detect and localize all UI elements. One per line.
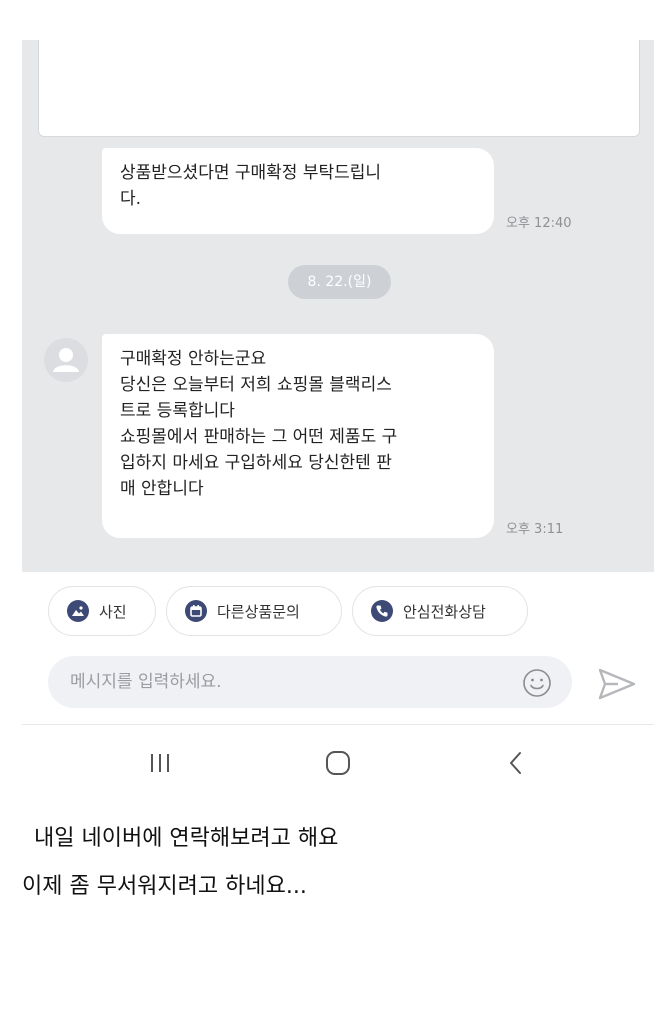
message-line: 구매확정 안하는군요 [120, 349, 267, 369]
message-input[interactable] [48, 656, 572, 708]
android-nav-bar [22, 728, 654, 798]
message-line: 다. [120, 189, 142, 209]
caption-line-2: 이제 좀 무서워지려고 하네요... [22, 874, 307, 899]
message-time-1: 오후 12:40 [506, 216, 572, 231]
message-line: 당신은 오늘부터 저희 쇼핑몰 블랙리스 [120, 375, 392, 395]
photo-button[interactable]: 사진 [48, 586, 156, 636]
caption-text: 내일 네이버에 연락해보려고 해요 이제 좀 무서워지려고 하네요... [22, 815, 338, 911]
message-bubble-2: 구매확정 안하는군요 당신은 오늘부터 저희 쇼핑몰 블랙리스 트로 등록합니다… [102, 334, 494, 538]
avatar [44, 338, 88, 382]
send-icon[interactable] [598, 668, 636, 700]
message-bubble-1: 상품받으셨다면 구매확정 부탁드립니 다. [102, 148, 494, 234]
message-time-2: 오후 3:11 [506, 522, 564, 537]
back-icon[interactable] [496, 746, 536, 780]
safe-call-button[interactable]: 안심전화상담 [352, 586, 528, 636]
caption-line-1: 내일 네이버에 연락해보려고 해요 [34, 826, 339, 851]
other-product-inquiry-button[interactable]: 다른상품문의 [166, 586, 342, 636]
message-line: 쇼핑몰에서 판매하는 그 어떤 제품도 구 [120, 427, 398, 447]
date-divider: 8. 22.(일) [288, 265, 391, 299]
image-icon [67, 600, 89, 622]
other-product-inquiry-label: 다른상품문의 [217, 602, 300, 621]
message-line: 트로 등록합니다 [120, 401, 235, 421]
home-icon[interactable] [318, 746, 358, 780]
chat-area: 상품받으셨다면 구매확정 부탁드립니 다. 오후 12:40 8. 22.(일)… [22, 40, 654, 572]
divider [22, 724, 654, 725]
previous-message-card [38, 40, 640, 137]
safe-call-label: 안심전화상담 [403, 602, 486, 621]
photo-button-label: 사진 [99, 602, 127, 621]
phone-icon [371, 600, 393, 622]
calendar-icon [185, 600, 207, 622]
quick-action-bar: 사진 다른상품문의 안심전화상담 [22, 572, 654, 652]
smiley-icon[interactable] [522, 668, 552, 698]
message-line: 상품받으셨다면 구매확정 부탁드립니 [120, 163, 382, 183]
message-line: 매 안합니다 [120, 479, 204, 499]
recent-apps-icon[interactable] [140, 746, 180, 780]
user-icon [53, 348, 79, 372]
message-composer [22, 652, 654, 724]
message-line: 입하지 마세요 구입하세요 당신한텐 판 [120, 453, 392, 473]
